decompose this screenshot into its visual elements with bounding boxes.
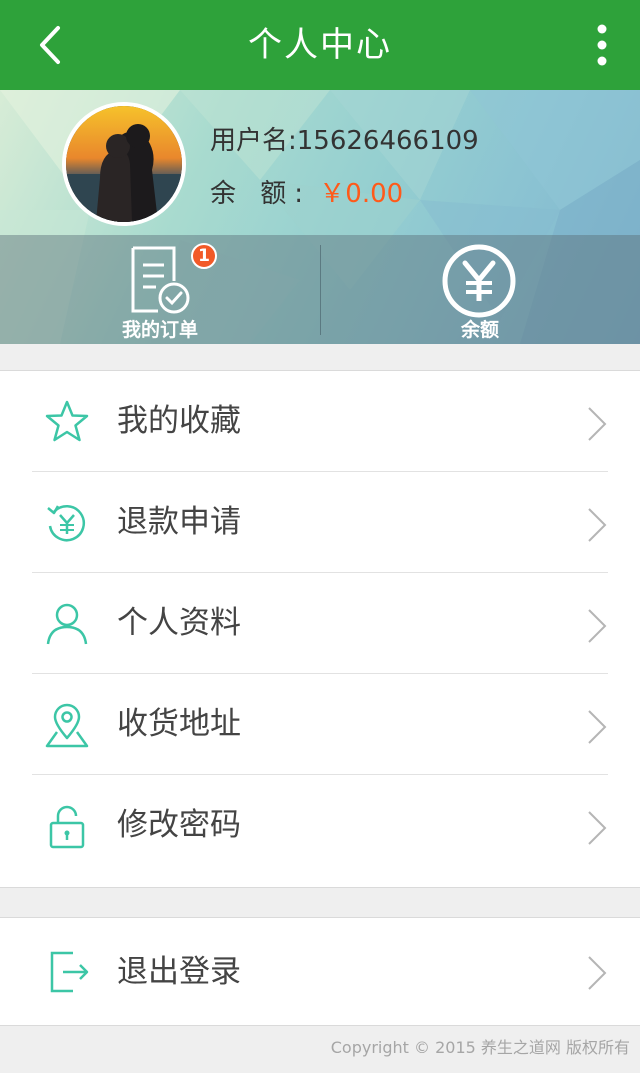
top-app-bar: 个人中心 xyxy=(0,0,640,90)
avatar[interactable] xyxy=(62,102,186,226)
balance-label-quick: 余额 xyxy=(460,319,499,341)
username-line: 用户名:15626466109 xyxy=(210,120,479,157)
logout-button[interactable]: 退出登录 xyxy=(0,917,640,1026)
menu-item-profile[interactable]: 个人资料 xyxy=(0,573,640,674)
chevron-right-icon xyxy=(588,811,607,845)
star-icon xyxy=(45,400,89,442)
logout-label: 退出登录 xyxy=(117,954,241,990)
user-icon xyxy=(46,603,88,645)
refund-icon xyxy=(47,504,86,542)
menu-item-password[interactable]: 修改密码 xyxy=(0,775,640,876)
menu-item-address[interactable]: 收货地址 xyxy=(0,674,640,775)
menu-item-label: 修改密码 xyxy=(117,807,241,843)
username-label: 用户名: xyxy=(210,126,297,156)
menu-item-label: 我的收藏 xyxy=(117,403,241,439)
order-count-badge: 1 xyxy=(191,243,217,269)
more-vertical-icon[interactable] xyxy=(590,22,614,68)
quick-actions: 1 我的订单 余额 xyxy=(0,235,640,344)
chevron-right-icon xyxy=(588,508,607,542)
profile-header: 用户名:15626466109 余 额: ￥0.00 1 我的订单 余额 xyxy=(0,90,640,344)
menu-item-refund[interactable]: 退款申请 xyxy=(0,472,640,573)
balance-value: ￥0.00 xyxy=(319,179,404,209)
username-value: 15626466109 xyxy=(296,126,479,156)
balance-label: 余 额: xyxy=(210,179,312,209)
chevron-right-icon xyxy=(588,710,607,744)
chevron-right-icon xyxy=(588,956,607,990)
copyright-text: Copyright © 2015 养生之道网 版权所有 xyxy=(330,1038,630,1057)
my-orders-label: 我的订单 xyxy=(121,319,198,341)
logout-icon xyxy=(50,951,89,993)
menu-item-label: 收货地址 xyxy=(117,706,241,742)
menu-item-label: 退款申请 xyxy=(117,504,241,540)
location-icon xyxy=(45,703,89,748)
order-check-icon xyxy=(131,246,190,314)
chevron-right-icon xyxy=(588,609,607,643)
my-orders-button[interactable]: 1 我的订单 xyxy=(0,235,320,344)
avatar-photo xyxy=(66,106,182,222)
balance-button[interactable]: 余额 xyxy=(320,235,640,344)
balance-line: 余 额: ￥0.00 xyxy=(210,173,403,210)
menu-item-favorites[interactable]: 我的收藏 xyxy=(0,371,640,472)
yuan-circle-icon xyxy=(442,244,516,318)
page-title: 个人中心 xyxy=(248,25,392,65)
lock-icon xyxy=(49,805,85,849)
menu-item-label: 个人资料 xyxy=(117,605,241,641)
chevron-right-icon xyxy=(588,407,607,441)
menu-list: 我的收藏 退款申请 个人资料 收货地址 修改密码 xyxy=(0,370,640,888)
